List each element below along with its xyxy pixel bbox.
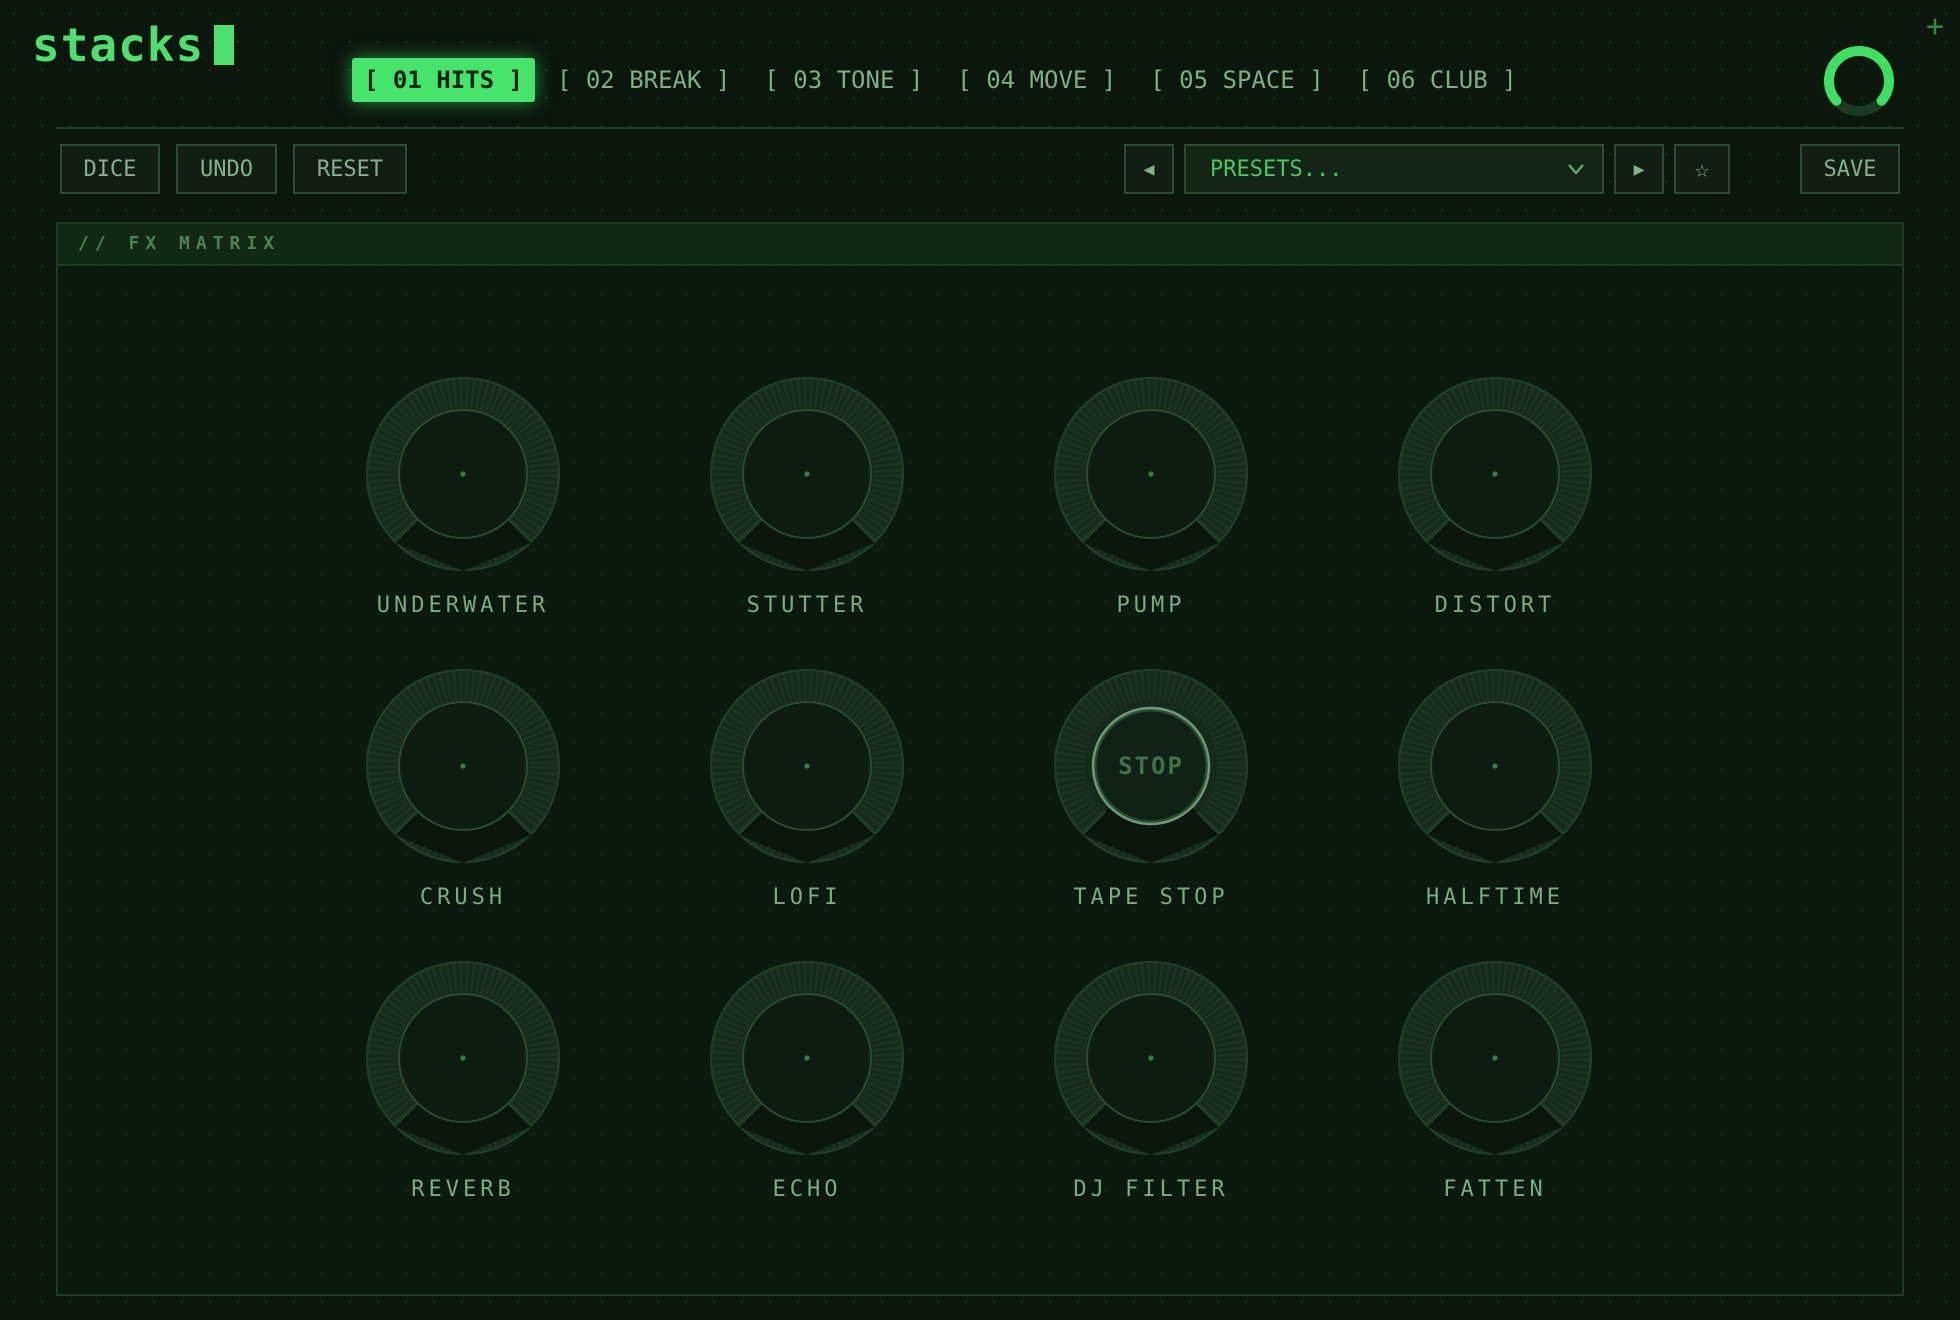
knob-pump[interactable]: PUMP xyxy=(1041,377,1261,637)
knob-label: UNDERWATER xyxy=(376,593,550,618)
header-divider xyxy=(56,127,1904,129)
knob-lofi[interactable]: LOFI xyxy=(697,669,917,929)
knob-dial-icon[interactable] xyxy=(710,377,904,571)
fx-matrix-panel: // FX MATRIX xyxy=(56,222,1904,1296)
knob-dj-filter[interactable]: DJ FILTER xyxy=(1041,961,1261,1221)
tab-05-space[interactable]: [ 05 SPACE ] xyxy=(1138,58,1335,102)
cursor-block-icon xyxy=(214,25,235,65)
knob-tape-stop[interactable]: STOP TAPE STOP xyxy=(1041,669,1261,929)
knob-dial-icon[interactable] xyxy=(1054,377,1248,571)
tab-bar: [ 01 HITS ] [ 02 BREAK ] [ 03 TONE ] [ 0… xyxy=(352,58,1539,102)
knob-dial-icon[interactable] xyxy=(1398,961,1592,1155)
knob-dial-icon[interactable] xyxy=(1398,669,1592,863)
reset-button[interactable]: RESET xyxy=(293,144,407,194)
save-button[interactable]: SAVE xyxy=(1800,144,1900,194)
knob-dial-icon[interactable] xyxy=(1398,377,1592,571)
tab-02-break[interactable]: [ 02 BREAK ] xyxy=(545,58,742,102)
knob-label: DJ FILTER xyxy=(1073,1177,1229,1202)
knob-label: PUMP xyxy=(1116,593,1186,618)
knob-dial-icon[interactable] xyxy=(366,377,560,571)
dice-button[interactable]: DICE xyxy=(60,144,160,194)
logo-text: stacks xyxy=(32,18,205,72)
knob-label: HALFTIME xyxy=(1426,885,1564,910)
preset-select-value: PRESETS... xyxy=(1210,156,1343,182)
knob-stutter[interactable]: STUTTER xyxy=(697,377,917,637)
plus-icon[interactable]: + xyxy=(1926,12,1944,42)
triangle-right-icon: ▶ xyxy=(1633,158,1645,180)
knob-distort[interactable]: DISTORT xyxy=(1385,377,1605,637)
knob-halftime[interactable]: HALFTIME xyxy=(1385,669,1605,929)
knob-crush[interactable]: CRUSH xyxy=(353,669,573,929)
knob-label: CRUSH xyxy=(419,885,507,910)
tab-04-move[interactable]: [ 04 MOVE ] xyxy=(945,58,1128,102)
tab-01-hits[interactable]: [ 01 HITS ] xyxy=(352,58,535,102)
knob-dial-icon[interactable] xyxy=(710,961,904,1155)
app-logo: stacks xyxy=(32,18,235,72)
tab-06-club[interactable]: [ 06 CLUB ] xyxy=(1346,58,1529,102)
knob-label: DISTORT xyxy=(1434,593,1556,618)
knob-reverb[interactable]: REVERB xyxy=(353,961,573,1221)
knob-dial-icon[interactable] xyxy=(366,669,560,863)
knob-label: ECHO xyxy=(772,1177,842,1202)
knob-fatten[interactable]: FATTEN xyxy=(1385,961,1605,1221)
preset-prev-button[interactable]: ◀ xyxy=(1124,144,1174,194)
chevron-down-icon xyxy=(1568,164,1584,175)
preset-next-button[interactable]: ▶ xyxy=(1614,144,1664,194)
tab-03-tone[interactable]: [ 03 TONE ] xyxy=(752,58,935,102)
knob-label: REVERB xyxy=(411,1177,515,1202)
knob-label: STUTTER xyxy=(746,593,868,618)
favorite-button[interactable]: ☆ xyxy=(1674,144,1730,194)
preset-select[interactable]: PRESETS... xyxy=(1184,144,1604,194)
panel-title: // FX MATRIX xyxy=(58,224,1902,266)
knob-dial-icon[interactable] xyxy=(366,961,560,1155)
knob-label: TAPE STOP xyxy=(1073,885,1229,910)
undo-button[interactable]: UNDO xyxy=(176,144,277,194)
tape-stop-button[interactable]: STOP xyxy=(1041,731,1261,801)
knob-dial-icon[interactable] xyxy=(710,669,904,863)
knob-underwater[interactable]: UNDERWATER xyxy=(353,377,573,637)
knob-label: LOFI xyxy=(772,885,842,910)
knob-label: FATTEN xyxy=(1443,1177,1547,1202)
triangle-left-icon: ◀ xyxy=(1143,158,1155,180)
star-icon: ☆ xyxy=(1694,155,1710,183)
knob-echo[interactable]: ECHO xyxy=(697,961,917,1221)
knob-dial-icon[interactable] xyxy=(1054,961,1248,1155)
ring-status-icon[interactable] xyxy=(1822,44,1896,118)
